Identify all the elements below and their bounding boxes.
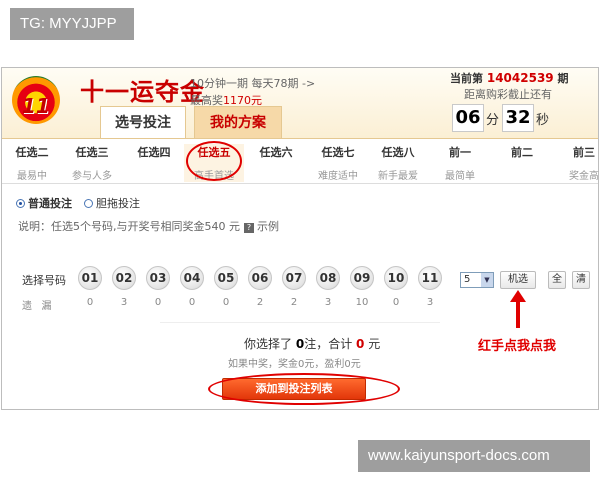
- issue-number: 14042539: [486, 71, 554, 85]
- select-all-button[interactable]: 全: [548, 271, 566, 289]
- miss-count: 0: [86, 297, 94, 308]
- subtab-name: 任选三: [75, 146, 109, 159]
- total-amount: 0: [356, 337, 365, 351]
- number-ball[interactable]: 07: [282, 266, 306, 290]
- subtab-item[interactable]: 前三 奖金高: [554, 144, 600, 182]
- subtab-item[interactable]: 任选七 难度适中: [308, 144, 368, 182]
- subtab-name: 任选二: [15, 146, 49, 159]
- miss-count: 0: [188, 297, 196, 308]
- logo-number: 11: [22, 94, 50, 118]
- number-ball[interactable]: 01: [78, 266, 102, 290]
- clear-button[interactable]: 清: [572, 271, 590, 289]
- radio-selected-icon: [16, 199, 25, 208]
- number-ball[interactable]: 03: [146, 266, 170, 290]
- pick-label: 选择号码: [22, 274, 66, 287]
- number-ball[interactable]: 04: [180, 266, 204, 290]
- number-ball[interactable]: 02: [112, 266, 136, 290]
- subtab-desc: 最易中: [17, 171, 47, 182]
- miss-count: 3: [324, 297, 332, 308]
- subtab-item[interactable]: 任选六: [246, 144, 306, 167]
- mode-banker-label: 胆拖投注: [96, 197, 140, 210]
- bets-unit: 注，合计: [304, 337, 353, 351]
- amount-unit: 元: [368, 337, 381, 351]
- subtab-item[interactable]: 前二: [492, 144, 552, 167]
- highlight-circle: [186, 141, 242, 181]
- current-issue: 当前第 14042539 期: [450, 70, 568, 86]
- draw-frequency: 10分钟一期 每天78期 ->: [190, 77, 316, 90]
- subtab-desc: 奖金高: [569, 171, 599, 182]
- miss-count: 0: [154, 297, 162, 308]
- watermark-top: TG: MYYJJPP: [10, 8, 134, 40]
- subtab-desc: 参与人多: [72, 171, 112, 182]
- number-ball[interactable]: 06: [248, 266, 272, 290]
- miss-count: 3: [426, 297, 434, 308]
- highlight-oval: [208, 373, 400, 405]
- subtab-item[interactable]: 任选四: [124, 144, 184, 167]
- subtab-name: 任选六: [259, 146, 293, 159]
- miss-count: 10: [355, 297, 369, 308]
- subtab-desc: 难度适中: [318, 171, 358, 182]
- closing-label: 距离购彩截止还有: [464, 88, 552, 101]
- number-ball[interactable]: 10: [384, 266, 408, 290]
- number-ball[interactable]: 08: [316, 266, 340, 290]
- game-title: 十一运夺金: [80, 77, 205, 106]
- miss-label: 遗 漏: [22, 301, 52, 312]
- miss-count: 2: [290, 297, 298, 308]
- tab-my-plans[interactable]: 我的方案: [194, 106, 282, 138]
- issue-prefix: 当前第: [450, 72, 483, 85]
- subtab-desc: 最简单: [445, 171, 475, 182]
- subtab-item[interactable]: 任选三 参与人多: [62, 144, 122, 182]
- mode-normal[interactable]: 普通投注: [16, 195, 72, 211]
- miss-count: 0: [392, 297, 400, 308]
- bets-count: 0: [295, 337, 305, 351]
- quantity-select[interactable]: 5 ▼: [460, 272, 494, 288]
- radio-icon: [84, 199, 93, 208]
- chevron-down-icon: ▼: [481, 273, 493, 287]
- prize-estimate: 如果中奖，奖金0元，盈利0元: [228, 359, 361, 370]
- quantity-value: 5: [464, 274, 471, 285]
- mode-banker[interactable]: 胆拖投注: [84, 195, 140, 211]
- subtab-item[interactable]: 任选八 新手最爱: [368, 144, 428, 182]
- subtab-name: 前一: [449, 146, 471, 159]
- divider: [160, 322, 440, 323]
- number-ball[interactable]: 05: [214, 266, 238, 290]
- countdown-minutes-unit: 分: [486, 113, 500, 128]
- subtab-name: 前二: [511, 146, 533, 159]
- subtab-name: 任选七: [321, 146, 355, 159]
- random-pick-button[interactable]: 机选: [500, 271, 536, 289]
- example-link[interactable]: 示例: [257, 220, 279, 233]
- subtab-item[interactable]: 前一 最简单: [430, 144, 490, 182]
- miss-count: 0: [222, 297, 230, 308]
- rule-description: 说明：任选5个号码,与开奖号相同奖金540 元? 示例: [18, 218, 279, 234]
- watermark-bottom: www.kaiyunsport-docs.com: [358, 440, 590, 472]
- annotation-text: 红手点我点我: [478, 339, 557, 354]
- subtab-item[interactable]: 任选二 最易中: [2, 144, 62, 182]
- miss-count: 3: [120, 297, 128, 308]
- number-ball[interactable]: 11: [418, 266, 442, 290]
- selection-summary: 你选择了 0注，合计 0 元: [244, 335, 380, 352]
- help-icon[interactable]: ?: [244, 223, 254, 233]
- countdown-minutes: 06: [452, 104, 484, 132]
- arrow-shaft: [516, 300, 520, 328]
- subtab-name: 任选四: [137, 146, 171, 159]
- subtab-desc: 新手最爱: [378, 171, 418, 182]
- countdown-seconds: 32: [502, 104, 534, 132]
- issue-suffix: 期: [557, 72, 569, 85]
- tab-pick-numbers[interactable]: 选号投注: [100, 106, 186, 138]
- subtab-name: 前三: [573, 146, 595, 159]
- rule-text: 说明：任选5个号码,与开奖号相同奖金540 元: [18, 220, 240, 233]
- mode-normal-label: 普通投注: [28, 197, 72, 210]
- number-ball[interactable]: 09: [350, 266, 374, 290]
- miss-count: 2: [256, 297, 264, 308]
- subtab-name: 任选八: [381, 146, 415, 159]
- countdown-seconds-unit: 秒: [536, 113, 550, 128]
- selected-prefix: 你选择了: [244, 337, 293, 351]
